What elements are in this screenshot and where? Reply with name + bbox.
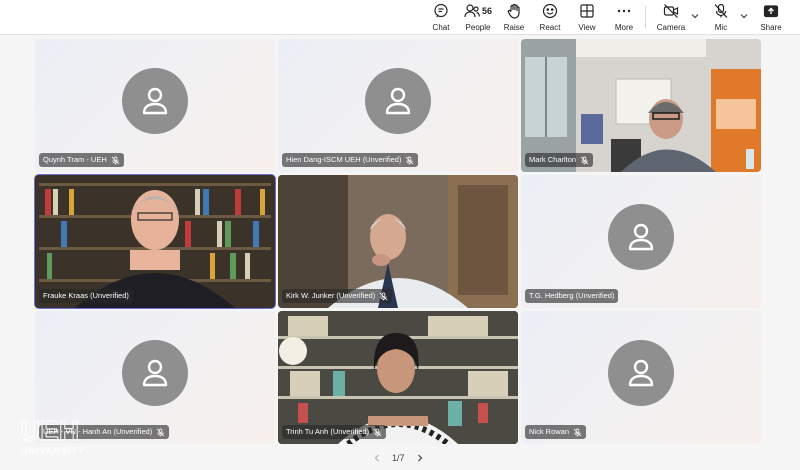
participant-video-tile-active-speaker[interactable]: Frauke Kraas (Unverified): [34, 174, 276, 309]
participant-name: Hien Dang-ISCM UEH (Unverified): [286, 155, 402, 164]
participant-nametag: Hien Dang-ISCM UEH (Unverified): [282, 153, 419, 167]
participant-name: Quynh Tram - UEH: [43, 155, 107, 164]
participant-count: 56: [481, 6, 492, 16]
chat-label: Chat: [432, 23, 450, 32]
view-label: View: [578, 23, 596, 32]
participant-name: Mark Charlton: [529, 155, 577, 164]
participant-video-tile[interactable]: Trinh Tu Anh (Unverified): [278, 311, 518, 444]
page-navigator: 1/7: [372, 451, 425, 465]
participant-tile[interactable]: Nick Rowan: [521, 311, 761, 444]
mic-off-icon: [111, 155, 120, 164]
participant-name: Nick Rowan: [529, 427, 570, 436]
participant-tile[interactable]: T.G. Hedberg (Unverified): [521, 175, 761, 308]
participant-nametag: Mark Charlton: [525, 153, 594, 167]
raise-hand-button[interactable]: Raise: [502, 2, 526, 33]
mic-off-icon: [373, 427, 382, 436]
mic-off-icon: [713, 2, 729, 20]
camera-label: Camera: [656, 23, 686, 32]
ellipsis-icon: [616, 2, 632, 20]
avatar: [365, 67, 431, 134]
camera-off-icon: [663, 2, 679, 20]
participant-video-tile[interactable]: Kirk W. Junker (Unverified): [278, 175, 518, 308]
participant-video-tile[interactable]: Mark Charlton: [521, 39, 761, 172]
camera-options-chevron[interactable]: [690, 11, 700, 21]
mic-off-icon: [379, 291, 388, 300]
page-indicator: 1/7: [392, 453, 405, 463]
mic-off-icon: [406, 155, 414, 164]
participant-tile[interactable]: Quynh Tram - UEH: [35, 39, 275, 172]
people-label: People: [465, 23, 491, 32]
participant-name: Kirk W. Junker (Unverified): [286, 291, 376, 300]
participant-tile[interactable]: Hien Dang-ISCM UEH (Unverified): [278, 39, 518, 172]
mic-button[interactable]: Mic: [709, 2, 733, 33]
chevron-right-icon[interactable]: [415, 453, 425, 463]
mic-options-chevron[interactable]: [739, 11, 749, 21]
react-button[interactable]: React: [538, 2, 562, 33]
watermark-subtext: UNIVERSITY: [21, 446, 85, 456]
university-watermark-logo: UEH UNIVERSITY: [19, 414, 85, 456]
participant-name: T.G. Hedberg (Unverified): [529, 291, 615, 300]
smile-icon: [542, 2, 558, 20]
view-button[interactable]: View: [575, 2, 599, 33]
participant-name: Trinh Tu Anh (Unverified): [286, 427, 370, 436]
more-button[interactable]: More: [611, 2, 637, 33]
avatar: [122, 67, 188, 134]
mic-label: Mic: [714, 23, 728, 32]
avatar: [122, 339, 188, 406]
mic-off-icon: [580, 155, 589, 164]
people-button[interactable]: 56 People: [462, 2, 494, 33]
camera-button[interactable]: Camera: [656, 2, 686, 33]
share-label: Share: [760, 23, 782, 32]
participant-nametag: Nick Rowan: [525, 425, 587, 439]
raise-label: Raise: [503, 23, 525, 32]
watermark-logo-text: UEH: [20, 415, 79, 446]
participant-name: Frauke Kraas (Unverified): [43, 291, 129, 300]
hand-icon: [506, 2, 522, 20]
share-icon: [763, 2, 779, 20]
people-icon: [464, 3, 480, 19]
avatar: [608, 203, 674, 270]
participant-nametag: Quynh Tram - UEH: [39, 153, 124, 167]
mic-off-icon: [573, 427, 582, 436]
chat-button[interactable]: Chat: [428, 2, 454, 33]
mic-off-icon: [156, 427, 165, 436]
participant-nametag: T.G. Hedberg (Unverified): [525, 289, 619, 303]
chevron-left-icon[interactable]: [372, 453, 382, 463]
chat-icon: [433, 2, 449, 20]
avatar: [608, 339, 674, 406]
share-button[interactable]: Share: [758, 2, 784, 33]
toolbar-divider: [645, 6, 646, 28]
meeting-toolbar: Chat 56 People Raise React View More Cam…: [0, 0, 800, 35]
participant-nametag: Frauke Kraas (Unverified): [39, 289, 133, 303]
react-label: React: [539, 23, 561, 32]
participant-nametag: Kirk W. Junker (Unverified): [282, 289, 393, 303]
more-label: More: [614, 23, 634, 32]
grid-icon: [579, 2, 595, 20]
participant-nametag: Trinh Tu Anh (Unverified): [282, 425, 387, 439]
